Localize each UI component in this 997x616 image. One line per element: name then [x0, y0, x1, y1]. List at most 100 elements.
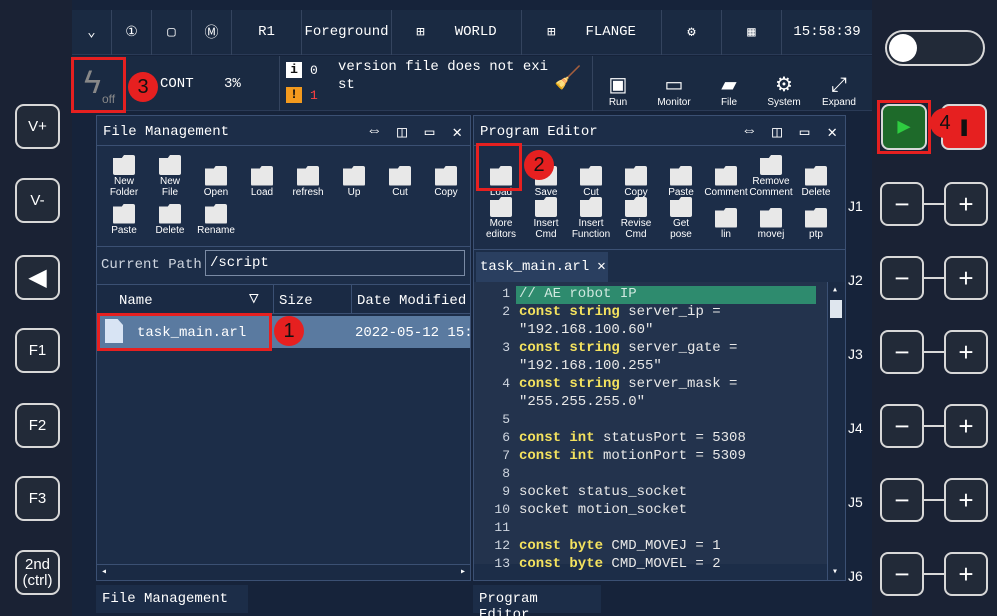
up-button[interactable]: Up — [331, 152, 377, 198]
copy-button[interactable]: Copy — [423, 152, 469, 198]
copy-button[interactable]: Copy — [613, 152, 659, 198]
second-ctrl-button[interactable]: 2nd (ctrl) — [15, 550, 60, 595]
scroll-left-icon[interactable]: ◂ — [101, 566, 107, 578]
toggle-knob — [889, 34, 917, 62]
monitor-button[interactable]: ▭ Monitor — [647, 58, 701, 108]
joint-label: J3 — [848, 346, 863, 362]
cut-button[interactable]: Cut — [377, 152, 423, 198]
swap-icon[interactable]: ⇔ — [369, 122, 379, 142]
load-button[interactable]: Load — [239, 152, 285, 198]
manual-mode-icon[interactable]: Ⓜ — [192, 9, 232, 55]
collapse-icon[interactable]: ⌄ — [72, 9, 112, 55]
robot-arm-icon[interactable]: ⚙ — [662, 9, 722, 55]
expand-button[interactable]: ⤢ Expand — [812, 58, 866, 108]
cut-button[interactable]: Cut — [568, 152, 614, 198]
maximize-icon[interactable]: ▭ — [800, 122, 810, 142]
jog-minus-button[interactable]: − — [880, 552, 924, 596]
speed-up-button[interactable]: V+ — [15, 104, 60, 149]
jog-connector — [924, 203, 944, 205]
get-pose-button[interactable]: Get pose — [658, 194, 704, 240]
movej-button[interactable]: movej — [748, 194, 794, 240]
paste-button[interactable]: Paste — [658, 152, 704, 198]
horizontal-scrollbar[interactable]: ◂ ▸ — [97, 564, 470, 580]
more-editors-button[interactable]: More editors — [478, 194, 524, 240]
maximize-icon[interactable]: ▭ — [425, 122, 435, 142]
broom-icon[interactable]: 🧹 — [554, 66, 581, 92]
remove-comment-icon — [760, 155, 782, 175]
delete-label: Delete — [155, 224, 185, 236]
jog-minus-button[interactable]: − — [880, 478, 924, 522]
jog-plus-button[interactable]: + — [944, 182, 988, 226]
delete-button[interactable]: Delete — [147, 190, 193, 236]
current-path-field[interactable]: /script — [205, 250, 465, 276]
back-button[interactable]: ◀ — [15, 255, 60, 300]
world-frame[interactable]: ⊞ WORLD — [392, 9, 522, 55]
jog-minus-button[interactable]: − — [880, 404, 924, 448]
scroll-thumb[interactable] — [830, 300, 842, 318]
insert-cmd-button[interactable]: Insert Cmd — [523, 194, 569, 240]
jog-minus-button[interactable]: − — [880, 330, 924, 374]
close-icon[interactable]: ✕ — [452, 122, 462, 142]
scroll-down-icon[interactable]: ▾ — [832, 566, 838, 578]
speed-percent[interactable]: 3% — [224, 76, 241, 92]
code-comment: // AE robot IP — [519, 286, 637, 302]
f3-button[interactable]: F3 — [15, 476, 60, 521]
split-icon[interactable]: ◫ — [397, 122, 407, 142]
foreground-mode[interactable]: Foreground — [302, 9, 392, 55]
scroll-up-icon[interactable]: ▴ — [832, 284, 838, 296]
remove-comment-button[interactable]: Remove Comment — [748, 152, 794, 198]
f2-button[interactable]: F2 — [15, 403, 60, 448]
stop-icon[interactable]: ▢ — [152, 9, 192, 55]
jog-plus-button[interactable]: + — [944, 552, 988, 596]
file-management-footer[interactable]: File Management — [96, 585, 248, 613]
new-folder-icon — [113, 155, 135, 175]
keyboard-icon[interactable]: ▦ — [722, 9, 782, 55]
swap-icon[interactable]: ⇔ — [744, 122, 754, 142]
jog-plus-button[interactable]: + — [944, 256, 988, 300]
monitor-icon: ▭ — [664, 74, 684, 96]
divider — [273, 284, 274, 314]
rename-button[interactable]: Rename — [193, 190, 239, 236]
sort-icon[interactable]: ▽ — [249, 288, 259, 308]
speed-down-button[interactable]: V- — [15, 178, 60, 223]
code-line: const string server_ip = — [519, 304, 721, 320]
split-icon[interactable]: ◫ — [772, 122, 782, 142]
jog-minus-button[interactable]: − — [880, 182, 924, 226]
program-editor-footer[interactable]: Program Editor — [473, 585, 601, 616]
code-line: "192.168.100.255" — [519, 358, 662, 374]
enable-toggle[interactable] — [885, 30, 985, 66]
close-icon[interactable]: ✕ — [827, 122, 837, 142]
tab-task-main[interactable]: task_main.arl ✕ — [476, 252, 608, 282]
revise-cmd-button[interactable]: Revise Cmd — [613, 194, 659, 240]
file-panel-controls: ⇔ ◫ ▭ ✕ — [369, 122, 462, 142]
lin-button[interactable]: lin — [703, 194, 749, 240]
flange-frame[interactable]: ⊞ FLANGE — [522, 9, 662, 55]
paste-button[interactable]: Paste — [101, 190, 147, 236]
scroll-right-icon[interactable]: ▸ — [460, 566, 466, 578]
cont-mode[interactable]: CONT — [160, 76, 194, 92]
step-mode-icon[interactable]: ① — [112, 9, 152, 55]
insert-function-button[interactable]: Insert Function — [568, 194, 614, 240]
refresh-button[interactable]: refresh — [285, 152, 331, 198]
jog-plus-button[interactable]: + — [944, 404, 988, 448]
copy-label: Copy — [434, 186, 458, 198]
jog-plus-button[interactable]: + — [944, 330, 988, 374]
vertical-scrollbar[interactable]: ▴ ▾ — [827, 282, 845, 580]
system-button[interactable]: ⚙ System — [757, 58, 811, 108]
run-button[interactable]: ▣ Run — [591, 58, 645, 108]
file-button[interactable]: ▰ File — [702, 58, 756, 108]
comment-button[interactable]: Comment — [703, 152, 749, 198]
close-tab-icon[interactable]: ✕ — [597, 259, 605, 275]
ptp-button[interactable]: ptp — [793, 194, 839, 240]
robot-id[interactable]: R1 — [232, 9, 302, 55]
tool-frame-icon: ⊞ — [547, 24, 556, 41]
jog-plus-button[interactable]: + — [944, 478, 988, 522]
f1-button[interactable]: F1 — [15, 328, 60, 373]
line-number: 2 — [502, 304, 510, 319]
jog-minus-button[interactable]: − — [880, 256, 924, 300]
column-date[interactable]: Date Modified — [357, 293, 466, 309]
column-size[interactable]: Size — [279, 293, 313, 309]
column-name[interactable]: Name — [119, 293, 153, 309]
editor-panel-title: Program Editor ⇔ ◫ ▭ ✕ — [474, 116, 845, 146]
delete-button[interactable]: Delete — [793, 152, 839, 198]
